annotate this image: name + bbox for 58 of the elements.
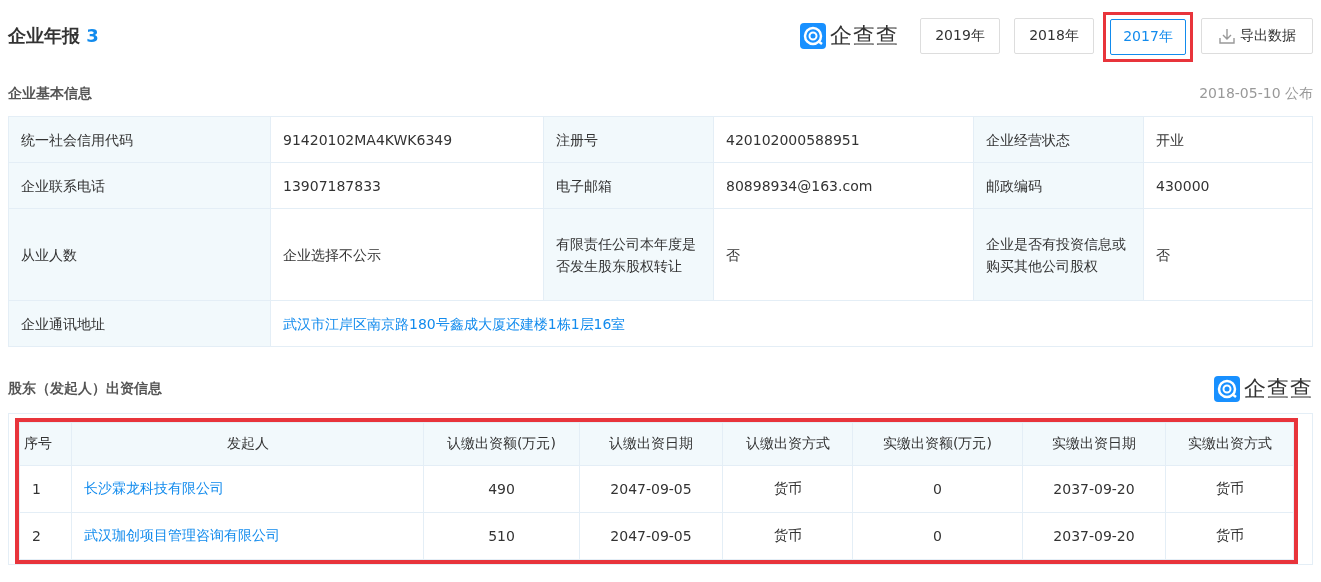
field-label: 邮政编码 — [973, 162, 1144, 209]
column-header: 认缴出资日期 — [579, 422, 723, 466]
company-link[interactable]: 长沙霖龙科技有限公司 — [71, 465, 424, 513]
table-cell: 0 — [852, 512, 1023, 560]
section-title: 企业基本信息 — [8, 85, 92, 103]
field-label: 企业通讯地址 — [8, 300, 271, 347]
page-title: 企业年报 3 — [8, 24, 100, 48]
field-value: 否 — [713, 208, 974, 301]
field-value: 开业 — [1143, 116, 1313, 163]
column-header: 实缴出资方式 — [1165, 422, 1294, 466]
column-header: 认缴出资方式 — [722, 422, 853, 466]
field-value: 420102000588951 — [713, 116, 974, 163]
field-label: 企业是否有投资信息或购买其他公司股权 — [973, 208, 1144, 301]
column-header: 序号 — [19, 422, 72, 466]
table-cell: 2047-09-05 — [579, 512, 723, 560]
table-cell: 货币 — [1165, 465, 1294, 513]
field-value: 企业选择不公示 — [270, 208, 544, 301]
logo-text: 企查查 — [1244, 375, 1313, 403]
report-count: 3 — [86, 25, 99, 46]
field-label: 企业经营状态 — [973, 116, 1144, 163]
field-value: 80898934@163.com — [713, 162, 974, 209]
field-label: 电子邮箱 — [543, 162, 714, 209]
table-cell: 1 — [19, 465, 72, 513]
export-button[interactable]: 导出数据 — [1201, 18, 1313, 54]
logo-icon — [800, 23, 826, 49]
column-header: 认缴出资额(万元) — [423, 422, 580, 466]
table-cell: 510 — [423, 512, 580, 560]
field-value: 91420102MA4KWK6349 — [270, 116, 544, 163]
column-header: 发起人 — [71, 422, 424, 466]
year-tab[interactable]: 2017年 — [1110, 19, 1186, 55]
address-link[interactable]: 武汉市江岸区南京路180号鑫成大厦还建楼1栋1层16室 — [270, 300, 1313, 347]
table-cell: 0 — [852, 465, 1023, 513]
field-label: 企业联系电话 — [8, 162, 271, 209]
field-label: 注册号 — [543, 116, 714, 163]
field-label: 有限责任公司本年度是否发生股东股权转让 — [543, 208, 714, 301]
column-header: 实缴出资日期 — [1022, 422, 1166, 466]
field-value: 430000 — [1143, 162, 1313, 209]
year-tab[interactable]: 2018年 — [1014, 18, 1094, 54]
field-value: 否 — [1143, 208, 1313, 301]
logo-icon — [1214, 376, 1240, 402]
download-icon — [1218, 27, 1236, 45]
table-cell: 2047-09-05 — [579, 465, 723, 513]
field-label: 从业人数 — [8, 208, 271, 301]
table-cell: 490 — [423, 465, 580, 513]
section-title: 股东（发起人）出资信息 — [8, 380, 162, 398]
logo-text: 企查查 — [830, 22, 899, 50]
table-cell: 2037-09-20 — [1022, 512, 1166, 560]
table-cell: 货币 — [1165, 512, 1294, 560]
table-cell: 货币 — [722, 512, 853, 560]
column-header: 实缴出资额(万元) — [852, 422, 1023, 466]
field-label: 统一社会信用代码 — [8, 116, 271, 163]
company-link[interactable]: 武汉珈创项目管理咨询有限公司 — [71, 512, 424, 560]
table-cell: 货币 — [722, 465, 853, 513]
year-tab[interactable]: 2019年 — [920, 18, 1000, 54]
table-cell: 2 — [19, 512, 72, 560]
table-cell: 2037-09-20 — [1022, 465, 1166, 513]
publish-date: 2018-05-10 公布 — [1199, 85, 1313, 103]
field-value: 13907187833 — [270, 162, 544, 209]
